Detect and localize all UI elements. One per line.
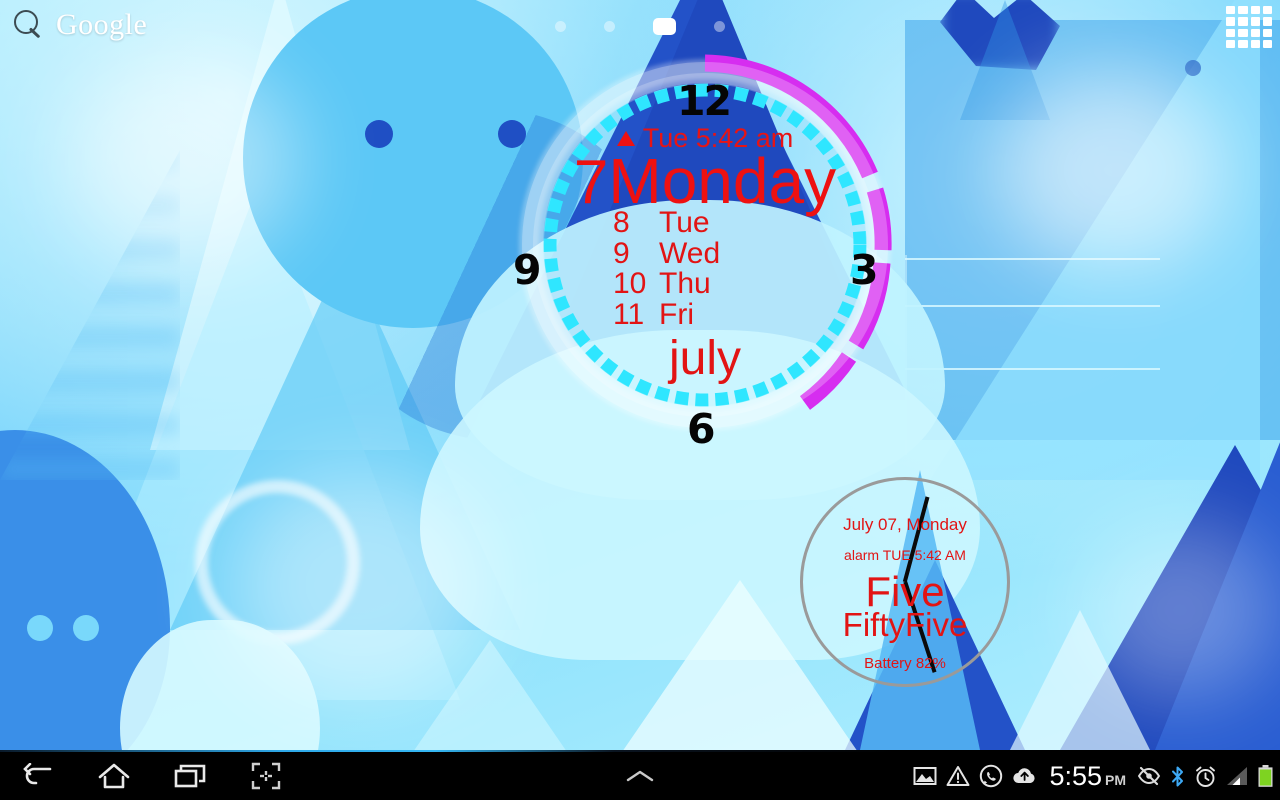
cloud-upload-icon[interactable] — [1012, 765, 1038, 787]
upcoming-day: Fri — [659, 297, 694, 331]
upcoming-day: Wed — [659, 236, 721, 270]
upcoming-number: 8 — [613, 206, 630, 239]
wallpaper-glow — [230, 470, 490, 700]
wallpaper-shape — [365, 120, 393, 148]
wallpaper-glow — [1000, 70, 1230, 270]
screenshot-captured-icon[interactable] — [913, 765, 937, 787]
alarm-clock-icon[interactable] — [1194, 765, 1217, 788]
clock2-battery: Battery 82% — [864, 655, 946, 672]
status-ampm: PM — [1105, 771, 1126, 788]
clock-calendar-widget[interactable]: 12 3 6 9 Tue 5:42 am 7Monday 8 Tue 9 Wed… — [505, 45, 905, 450]
back-button[interactable] — [0, 752, 76, 800]
widget-month-label: july — [668, 332, 742, 385]
google-search-widget[interactable]: Google — [14, 8, 147, 42]
status-time: 5:55 — [1049, 760, 1102, 791]
wallpaper-shape — [27, 615, 53, 641]
signal-bars-icon[interactable] — [1226, 766, 1248, 786]
page-dot-3-active[interactable] — [653, 18, 676, 35]
upcoming-row: 9 Wed — [613, 236, 721, 270]
home-button[interactable] — [76, 752, 152, 800]
search-icon[interactable] — [14, 10, 44, 40]
eye-off-icon[interactable] — [1137, 766, 1161, 786]
back-arrow-icon — [23, 763, 52, 785]
wallpaper-shape — [905, 305, 1160, 307]
upcoming-row: 8 Tue — [613, 206, 720, 239]
clock-numeral-3: 3 — [850, 246, 878, 294]
system-navigation-bar: 5:55 PM — [0, 750, 1280, 800]
wallpaper-shape — [1185, 60, 1201, 76]
secondary-clock-widget[interactable]: July 07, Monday alarm TUE 5:42 AM Five F… — [800, 477, 1010, 687]
status-clock[interactable]: 5:55 PM — [1049, 760, 1126, 791]
wallpaper-shape — [73, 615, 99, 641]
homescreen: Google 12 3 6 9 Tue 5:42 am 7Monday 8 Tu… — [0, 0, 1280, 800]
page-dot-2[interactable] — [604, 21, 615, 32]
home-icon — [98, 763, 130, 789]
recents-icon — [174, 764, 206, 788]
widget-upcoming-days: 8 Tue 9 Wed 10 Thu 11 Fri — [613, 206, 721, 331]
upcoming-row: 10 Thu — [613, 269, 720, 300]
alarm-bell-icon — [616, 131, 635, 146]
recents-button[interactable] — [152, 752, 228, 800]
wallpaper-glow — [70, 60, 300, 260]
page-dot-1[interactable] — [555, 21, 566, 32]
clock2-minute-word: FiftyFive — [842, 606, 968, 643]
clock-numeral-9: 9 — [513, 246, 541, 294]
whatsapp-icon[interactable] — [979, 764, 1003, 788]
page-indicator[interactable] — [555, 18, 725, 35]
battery-icon[interactable] — [1257, 764, 1274, 788]
clock-numeral-6: 6 — [687, 405, 715, 453]
upcoming-number: 9 — [613, 236, 630, 270]
upcoming-row: 11 Fri — [613, 297, 720, 331]
clock2-date: July 07, Monday — [843, 515, 967, 534]
google-wordmark: Google — [56, 8, 148, 41]
warning-triangle-icon[interactable] — [946, 765, 970, 787]
upcoming-number: 10 — [613, 267, 647, 301]
status-icon-tray[interactable]: 5:55 PM — [913, 752, 1274, 800]
wallpaper-glow — [1080, 520, 1280, 700]
nav-hide-handle[interactable] — [625, 752, 655, 800]
clock-numeral-12: 12 — [677, 77, 732, 125]
page-dot-4[interactable] — [714, 21, 725, 32]
bluetooth-icon[interactable] — [1170, 765, 1185, 788]
widget-today-name: Monday — [608, 145, 837, 217]
screenshot-button[interactable] — [228, 752, 304, 800]
clock2-alarm: alarm TUE 5:42 AM — [844, 547, 966, 563]
upcoming-day: Thu — [659, 267, 711, 301]
apps-grid-icon[interactable] — [1226, 6, 1272, 48]
upcoming-number: 11 — [613, 297, 645, 331]
upcoming-day: Tue — [659, 206, 710, 239]
chevron-up-icon — [626, 770, 654, 782]
widget-today-number: 7 — [573, 148, 609, 217]
screenshot-icon — [251, 762, 281, 790]
nav-key-group — [0, 752, 304, 800]
